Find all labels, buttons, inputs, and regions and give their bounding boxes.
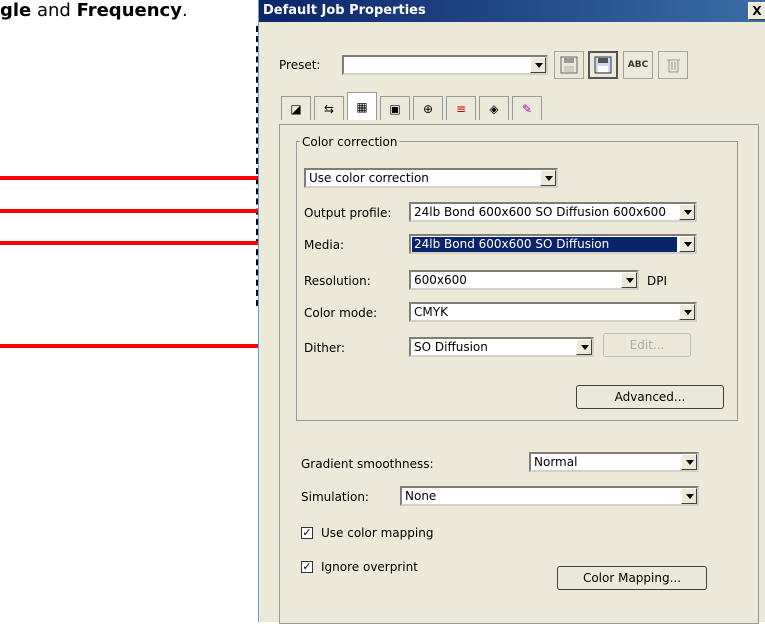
color-mode-value: CMYK [414,305,448,319]
dither-label: Dither: [304,341,346,355]
trash-icon [667,59,680,73]
gradient-smoothness-dropdown[interactable]: Normal [529,452,699,472]
color-mapping-button[interactable]: Color Mapping... [557,566,707,590]
crosshair-icon: ⊕ [422,101,434,116]
resolution-label: Resolution: [304,274,371,288]
media-icon: ▣ [389,101,401,116]
use-color-mapping-checkbox[interactable]: ✓ [301,527,313,539]
preset-label: Preset: [279,58,321,72]
advanced-button[interactable]: Advanced... [576,385,724,409]
doc-text-period: . [181,0,188,21]
preset-dropdown[interactable] [342,55,548,75]
output-profile-value: 24lb Bond 600x600 SO Diffusion 600x600 [414,205,666,219]
transform-icon: ⇆ [323,101,335,116]
arrow-media [0,241,286,245]
ignore-overprint-label: Ignore overprint [321,560,418,574]
simulation-value: None [405,489,437,503]
save-icon [560,56,578,74]
color-mode-label: Color mode: [304,306,378,320]
tab-ink[interactable]: ≡ [446,96,476,120]
doc-text: gle and Frequency. [0,0,256,26]
color-mode-dropdown[interactable]: CMYK [409,302,697,322]
output-profile-label: Output profile: [304,206,392,220]
tab-spot[interactable]: ✎ [512,96,542,120]
chevron-down-icon [530,57,546,73]
tab-layers[interactable]: ◈ [479,96,509,120]
arrow-color-correction [0,176,286,180]
doc-text-and: and [31,0,77,21]
save-as-preset-button[interactable] [588,51,618,79]
dither-value: SO Diffusion [414,340,488,354]
use-color-mapping-label: Use color mapping [321,526,434,540]
chevron-down-icon [679,236,695,252]
chevron-down-icon [576,339,592,355]
chevron-down-icon [681,454,697,470]
chevron-down-icon [679,204,695,220]
layers-icon: ◈ [489,101,499,116]
color-icon: ▦ [356,99,368,114]
dialog-title: Default Job Properties [259,0,765,22]
media-value: 24lb Bond 600x600 SO Diffusion [412,237,677,252]
doc-bold-gle: gle [0,0,32,21]
tab-color[interactable]: ▦ [347,92,377,120]
layout-icon: ◪ [290,101,302,116]
tab-marks[interactable]: ⊕ [413,96,443,120]
abc-icon: ABC [627,60,649,70]
save-preset-button[interactable] [554,51,584,79]
delete-preset-button[interactable] [658,51,688,79]
edit-dither-button[interactable]: Edit... [603,333,691,357]
output-profile-dropdown[interactable]: 24lb Bond 600x600 SO Diffusion 600x600 [409,202,697,222]
group-title: Color correction [300,135,400,149]
close-button[interactable]: X [748,2,765,20]
chevron-down-icon [679,304,695,320]
gradient-smoothness-value: Normal [534,455,578,469]
color-correction-value: Use color correction [309,171,429,185]
chevron-down-icon [681,488,697,504]
media-dropdown[interactable]: 24lb Bond 600x600 SO Diffusion [409,234,697,254]
save-as-icon [594,56,612,74]
color-bars-icon: ≡ [455,101,467,116]
pen-icon: ✎ [521,101,533,116]
ignore-overprint-checkbox[interactable]: ✓ [301,561,313,573]
tab-layout[interactable]: ◪ [281,96,311,120]
chevron-down-icon [621,272,637,288]
simulation-dropdown[interactable]: None [400,486,699,506]
gradient-smoothness-label: Gradient smoothness: [301,457,434,471]
rename-preset-button[interactable]: ABC [623,51,653,79]
arrow-output-profile [0,209,286,213]
doc-bold-frequency: Frequency [76,0,182,21]
job-properties-dialog: Default Job Properties X Preset: ABC ◪ ⇆… [258,0,765,624]
simulation-label: Simulation: [301,490,369,504]
tab-transform[interactable]: ⇆ [314,96,344,120]
media-label: Media: [304,238,345,252]
resolution-dropdown[interactable]: 600x600 [409,270,639,290]
dither-dropdown[interactable]: SO Diffusion [409,337,594,357]
arrow-dither [0,344,286,348]
chevron-down-icon [540,170,556,186]
color-correction-dropdown[interactable]: Use color correction [304,168,558,188]
resolution-value: 600x600 [414,273,467,287]
dpi-unit: DPI [647,274,668,288]
tab-media[interactable]: ▣ [380,96,410,120]
